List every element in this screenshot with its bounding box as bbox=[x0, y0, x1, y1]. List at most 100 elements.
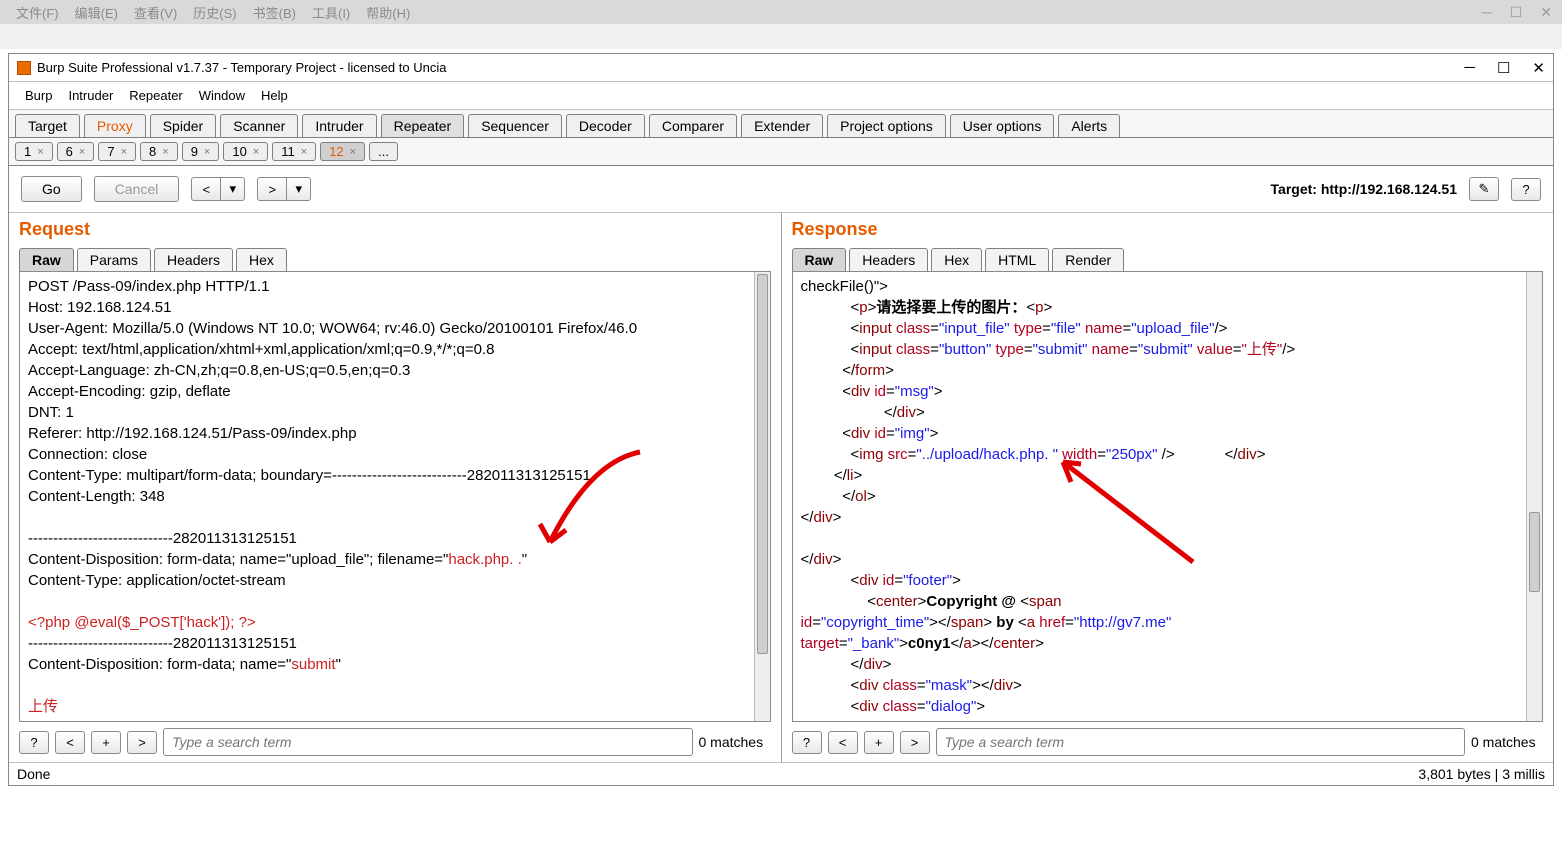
subtab-7[interactable]: 7× bbox=[98, 142, 136, 161]
response-search-input[interactable] bbox=[936, 728, 1466, 756]
tab-proxy[interactable]: Proxy bbox=[84, 114, 146, 137]
search-help-button[interactable]: ? bbox=[19, 731, 49, 754]
response-scrollbar[interactable] bbox=[1526, 272, 1542, 721]
status-left: Done bbox=[17, 766, 50, 782]
close-icon[interactable]: ✕ bbox=[1532, 59, 1545, 77]
help-button[interactable]: ? bbox=[1511, 178, 1541, 201]
tab-spider[interactable]: Spider bbox=[150, 114, 216, 137]
request-editor[interactable]: POST /Pass-09/index.php HTTP/1.1 Host: 1… bbox=[20, 272, 754, 721]
tab-sequencer[interactable]: Sequencer bbox=[468, 114, 562, 137]
close-tab-icon[interactable]: × bbox=[350, 146, 356, 158]
search-next-button[interactable]: > bbox=[900, 731, 930, 754]
os-menu-help[interactable]: 帮助(H) bbox=[358, 3, 418, 22]
request-matches-label: 0 matches bbox=[699, 734, 771, 750]
os-menu-view[interactable]: 查看(V) bbox=[126, 3, 185, 22]
close-tab-icon[interactable]: × bbox=[301, 146, 307, 158]
os-minimize-icon[interactable]: ─ bbox=[1482, 4, 1492, 20]
tab-decoder[interactable]: Decoder bbox=[566, 114, 645, 137]
os-menu-tools[interactable]: 工具(I) bbox=[304, 3, 358, 22]
os-maximize-icon[interactable]: ☐ bbox=[1510, 4, 1523, 21]
search-add-button[interactable]: + bbox=[864, 731, 894, 754]
request-tab-headers[interactable]: Headers bbox=[154, 248, 233, 271]
history-back-dropdown-icon[interactable]: ▾ bbox=[221, 177, 245, 201]
cancel-button[interactable]: Cancel bbox=[94, 176, 180, 202]
action-bar: Go Cancel < ▾ > ▾ Target: http://192.168… bbox=[9, 166, 1553, 213]
tab-comparer[interactable]: Comparer bbox=[649, 114, 737, 137]
search-prev-button[interactable]: < bbox=[55, 731, 85, 754]
tab-alerts[interactable]: Alerts bbox=[1058, 114, 1120, 137]
response-search-bar: ? < + > 0 matches bbox=[792, 722, 1544, 756]
status-right: 3,801 bytes | 3 millis bbox=[1418, 766, 1545, 782]
tab-repeater[interactable]: Repeater bbox=[381, 114, 465, 137]
close-tab-icon[interactable]: × bbox=[204, 146, 210, 158]
maximize-icon[interactable]: ☐ bbox=[1497, 59, 1510, 77]
request-scrollbar[interactable] bbox=[754, 272, 770, 721]
response-tab-headers[interactable]: Headers bbox=[849, 248, 928, 271]
subtab-10[interactable]: 10× bbox=[223, 142, 268, 161]
history-forward-button[interactable]: > bbox=[257, 177, 287, 201]
search-prev-button[interactable]: < bbox=[828, 731, 858, 754]
burp-logo-icon bbox=[17, 61, 31, 75]
main-tabs: Target Proxy Spider Scanner Intruder Rep… bbox=[9, 110, 1553, 138]
search-add-button[interactable]: + bbox=[91, 731, 121, 754]
subtab-6[interactable]: 6× bbox=[57, 142, 95, 161]
close-tab-icon[interactable]: × bbox=[162, 146, 168, 158]
os-menu-history[interactable]: 历史(S) bbox=[185, 3, 244, 22]
minimize-icon[interactable]: ─ bbox=[1464, 59, 1475, 76]
response-tab-render[interactable]: Render bbox=[1052, 248, 1124, 271]
os-menubar: 文件(F) 编辑(E) 查看(V) 历史(S) 书签(B) 工具(I) 帮助(H… bbox=[0, 0, 1562, 24]
repeater-subtabs: 1× 6× 7× 8× 9× 10× 11× 12× ... bbox=[9, 138, 1553, 166]
response-editor[interactable]: checkFile()"> <p>请选择要上传的图片：<p> <input cl… bbox=[793, 272, 1527, 721]
tab-target[interactable]: Target bbox=[15, 114, 80, 137]
response-title: Response bbox=[792, 219, 1544, 240]
menu-burp[interactable]: Burp bbox=[17, 86, 60, 105]
target-label: Target: http://192.168.124.51 bbox=[1271, 181, 1457, 197]
response-matches-label: 0 matches bbox=[1471, 734, 1543, 750]
os-menu-edit[interactable]: 编辑(E) bbox=[67, 3, 126, 22]
search-next-button[interactable]: > bbox=[127, 731, 157, 754]
request-title: Request bbox=[19, 219, 771, 240]
tab-user-options[interactable]: User options bbox=[950, 114, 1055, 137]
burp-menu: Burp Intruder Repeater Window Help bbox=[9, 82, 1553, 110]
history-forward-dropdown-icon[interactable]: ▾ bbox=[287, 177, 311, 201]
title-bar: Burp Suite Professional v1.7.37 - Tempor… bbox=[9, 54, 1553, 82]
request-tab-hex[interactable]: Hex bbox=[236, 248, 287, 271]
os-close-icon[interactable]: ✕ bbox=[1540, 4, 1552, 21]
menu-window[interactable]: Window bbox=[191, 86, 253, 105]
os-menu-bookmarks[interactable]: 书签(B) bbox=[245, 3, 304, 22]
tab-extender[interactable]: Extender bbox=[741, 114, 823, 137]
window-title: Burp Suite Professional v1.7.37 - Tempor… bbox=[37, 60, 1464, 75]
request-pane: Request Raw Params Headers Hex POST /Pas… bbox=[9, 213, 782, 762]
request-search-input[interactable] bbox=[163, 728, 693, 756]
request-tab-params[interactable]: Params bbox=[77, 248, 151, 271]
response-tab-raw[interactable]: Raw bbox=[792, 248, 847, 271]
menu-help[interactable]: Help bbox=[253, 86, 296, 105]
response-tab-html[interactable]: HTML bbox=[985, 248, 1049, 271]
status-bar: Done 3,801 bytes | 3 millis bbox=[9, 762, 1553, 785]
close-tab-icon[interactable]: × bbox=[79, 146, 85, 158]
subtab-12[interactable]: 12× bbox=[320, 142, 365, 161]
subtab-11[interactable]: 11× bbox=[272, 142, 316, 161]
os-menu-file[interactable]: 文件(F) bbox=[8, 3, 67, 22]
subtab-8[interactable]: 8× bbox=[140, 142, 178, 161]
edit-target-button[interactable]: ✎ bbox=[1469, 177, 1499, 201]
menu-intruder[interactable]: Intruder bbox=[60, 86, 121, 105]
request-tab-raw[interactable]: Raw bbox=[19, 248, 74, 271]
subtab-9[interactable]: 9× bbox=[182, 142, 220, 161]
burp-window: Burp Suite Professional v1.7.37 - Tempor… bbox=[8, 53, 1554, 786]
close-tab-icon[interactable]: × bbox=[121, 146, 127, 158]
subtab-more[interactable]: ... bbox=[369, 142, 398, 161]
search-help-button[interactable]: ? bbox=[792, 731, 822, 754]
go-button[interactable]: Go bbox=[21, 176, 82, 202]
response-tab-hex[interactable]: Hex bbox=[931, 248, 982, 271]
history-back-button[interactable]: < bbox=[191, 177, 221, 201]
subtab-1[interactable]: 1× bbox=[15, 142, 53, 161]
close-tab-icon[interactable]: × bbox=[37, 146, 43, 158]
request-search-bar: ? < + > 0 matches bbox=[19, 722, 771, 756]
response-pane: Response Raw Headers Hex HTML Render che… bbox=[782, 213, 1554, 762]
tab-intruder[interactable]: Intruder bbox=[302, 114, 376, 137]
tab-scanner[interactable]: Scanner bbox=[220, 114, 298, 137]
close-tab-icon[interactable]: × bbox=[253, 146, 259, 158]
tab-project-options[interactable]: Project options bbox=[827, 114, 946, 137]
menu-repeater[interactable]: Repeater bbox=[121, 86, 190, 105]
